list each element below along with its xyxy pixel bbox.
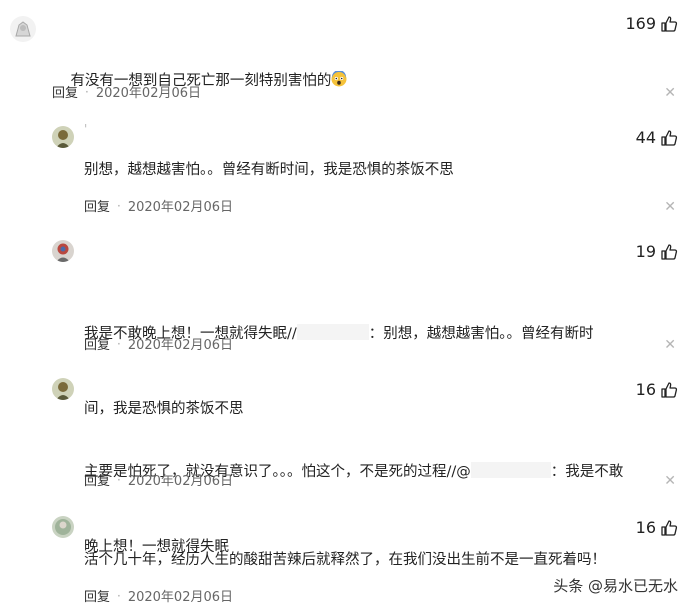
watermark: 头条 @易水已无水 xyxy=(553,577,678,595)
avatar[interactable] xyxy=(52,378,74,400)
comment-meta: 回复 · 2020年02月06日 xyxy=(52,82,202,102)
reply-button[interactable]: 回复 xyxy=(84,470,110,489)
reply-comment-item: 19 我是不敢晚上想！一想就得失眠//：别想，越想越害怕。。曾经有断时 间，我是… xyxy=(0,234,692,417)
close-icon[interactable]: ✕ xyxy=(664,474,676,488)
thumbs-up-icon xyxy=(660,519,678,537)
comment-meta: 回复 · 2020年02月06日 xyxy=(84,334,234,354)
thumbs-up-icon xyxy=(660,381,678,399)
like-button[interactable]: 169 xyxy=(625,14,678,33)
comment-item: 169 有没有一想到自己死亡那一刻特别害怕的 回复 · 2020年02月06日 … xyxy=(0,0,692,110)
comment-meta: 回复 · 2020年02月06日 xyxy=(84,586,234,606)
comment-date: 2020年02月06日 xyxy=(127,474,234,489)
avatar[interactable] xyxy=(10,16,36,42)
scared-face-emoji xyxy=(331,70,347,87)
comment-meta: 回复 · 2020年02月06日 xyxy=(84,470,234,490)
reply-comment-item: 16 主要是怕死了，就没有意识了。。。怕这个，不是死的过程//@ ：我是不敢 晚上… xyxy=(0,370,692,555)
reply-button[interactable]: 回复 xyxy=(84,196,110,215)
like-count: 19 xyxy=(635,242,656,261)
close-icon[interactable]: ✕ xyxy=(664,338,676,352)
comment-text: 别想，越想越害怕。。曾经有断时间，我是恐惧的茶饭不思 xyxy=(84,162,454,178)
comment-text: 活个几十年，经历人生的酸甜苦辣后就释然了，在我们没出生前不是一直死着吗！ xyxy=(84,552,606,568)
like-button[interactable]: 19 xyxy=(636,242,678,261)
separator-dot: · xyxy=(117,198,121,213)
avatar[interactable] xyxy=(52,240,74,262)
separator-dot: · xyxy=(117,472,121,487)
reply-comment-item: ' 44 别想，越想越害怕。。曾经有断时间，我是恐惧的茶饭不思 回复 · 202… xyxy=(0,110,692,234)
separator-dot: · xyxy=(117,588,121,603)
close-icon[interactable]: ✕ xyxy=(664,200,676,214)
comment-text-segment: ：我是不敢 xyxy=(550,464,624,480)
comment-date: 2020年02月06日 xyxy=(95,86,202,101)
redacted-username xyxy=(296,324,369,340)
like-button[interactable]: 44 xyxy=(636,128,678,147)
reply-button[interactable]: 回复 xyxy=(84,334,110,353)
thumbs-up-icon xyxy=(660,243,678,261)
comment-meta: 回复 · 2020年02月06日 xyxy=(84,196,234,216)
redacted-username xyxy=(470,462,551,478)
reply-button[interactable]: 回复 xyxy=(84,586,110,605)
comment-date: 2020年02月06日 xyxy=(127,200,234,215)
comment-text-segment: ：别想，越想越害怕。。曾经有断时 xyxy=(368,326,594,342)
thumbs-up-icon xyxy=(660,15,678,33)
like-button[interactable]: 16 xyxy=(636,380,678,399)
reply-comment-item: 16 活个几十年，经历人生的酸甜苦辣后就释然了，在我们没出生前不是一直死着吗！ … xyxy=(0,506,692,612)
avatar[interactable] xyxy=(52,516,74,538)
like-count: 44 xyxy=(635,128,656,147)
reply-button[interactable]: 回复 xyxy=(52,82,78,101)
separator-dot: · xyxy=(117,336,121,351)
username[interactable]: ' xyxy=(84,122,87,136)
thumbs-up-icon xyxy=(660,129,678,147)
separator-dot: · xyxy=(85,84,89,99)
like-count: 16 xyxy=(635,380,656,399)
like-count: 16 xyxy=(635,518,656,537)
comment-date: 2020年02月06日 xyxy=(127,338,234,353)
comment-date: 2020年02月06日 xyxy=(127,590,234,605)
like-button[interactable]: 16 xyxy=(636,518,678,537)
like-count: 169 xyxy=(625,14,656,33)
avatar[interactable] xyxy=(52,126,74,148)
close-icon[interactable]: ✕ xyxy=(664,86,676,100)
